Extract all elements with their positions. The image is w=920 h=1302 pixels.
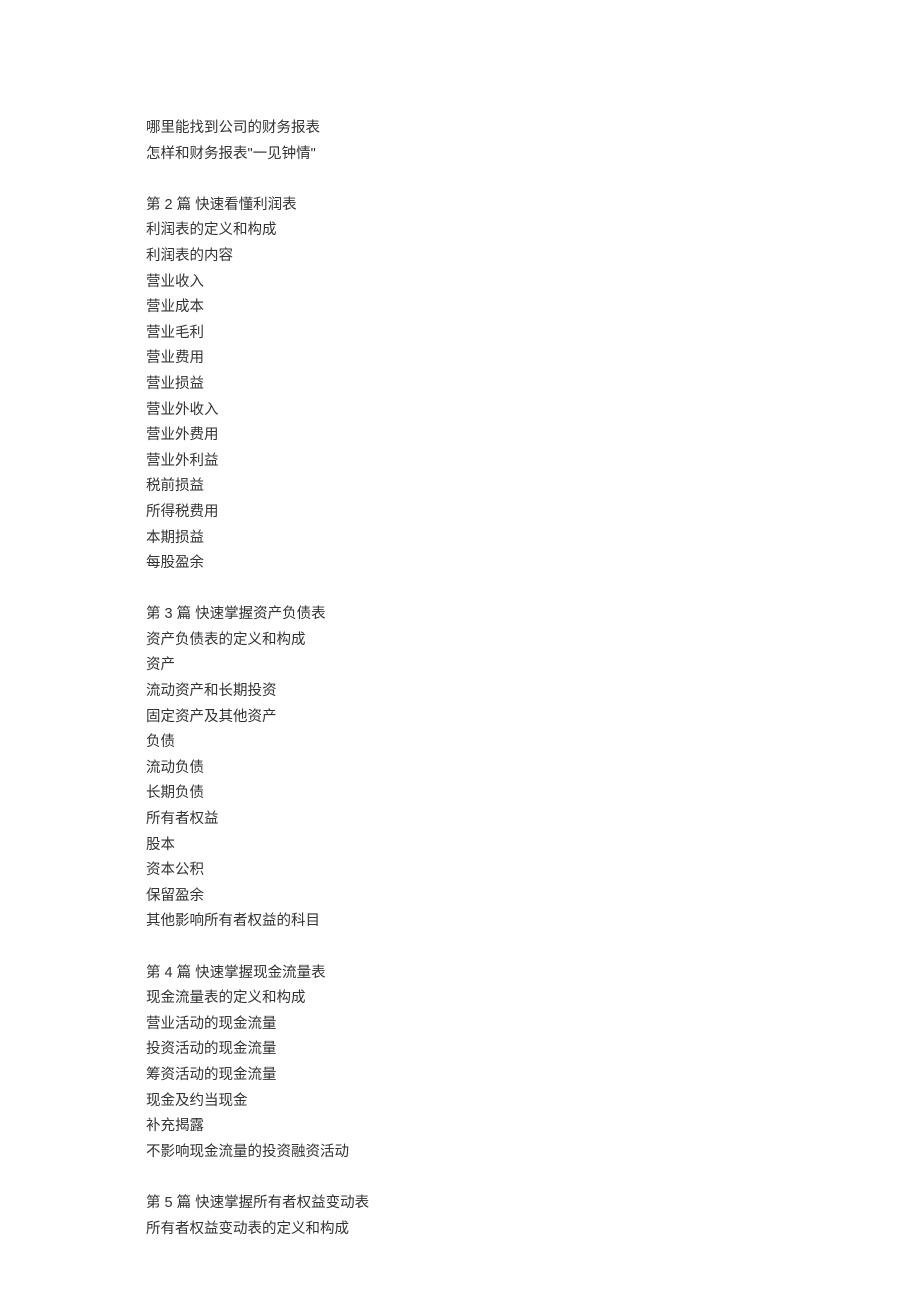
blank-line: [146, 935, 786, 961]
toc-item: 利润表的内容: [146, 244, 786, 270]
toc-item: 现金及约当现金: [146, 1089, 786, 1115]
toc-item: 营业外利益: [146, 449, 786, 475]
blank-line: [146, 577, 786, 603]
blank-line: [146, 1165, 786, 1191]
toc-item: 保留盈余: [146, 884, 786, 910]
toc-item: 营业毛利: [146, 321, 786, 347]
toc-item: 营业外费用: [146, 423, 786, 449]
toc-item: 筹资活动的现金流量: [146, 1063, 786, 1089]
toc-item: 负债: [146, 730, 786, 756]
toc-item: 固定资产及其他资产: [146, 705, 786, 731]
section-heading: 第 5 篇 快速掌握所有者权益变动表: [146, 1191, 786, 1217]
toc-item: 每股盈余: [146, 551, 786, 577]
toc-item: 资本公积: [146, 858, 786, 884]
toc-item: 长期负债: [146, 781, 786, 807]
toc-item: 其他影响所有者权益的科目: [146, 909, 786, 935]
toc-item: 补充揭露: [146, 1114, 786, 1140]
toc-item: 营业活动的现金流量: [146, 1012, 786, 1038]
toc-item: 营业损益: [146, 372, 786, 398]
intro-line: 怎样和财务报表"一见钟情": [146, 142, 786, 168]
document-page: 哪里能找到公司的财务报表 怎样和财务报表"一见钟情" 第 2 篇 快速看懂利润表…: [0, 0, 786, 1242]
section-heading: 第 4 篇 快速掌握现金流量表: [146, 961, 786, 987]
toc-item: 营业外收入: [146, 398, 786, 424]
toc-item: 利润表的定义和构成: [146, 218, 786, 244]
toc-item: 所得税费用: [146, 500, 786, 526]
section-heading: 第 2 篇 快速看懂利润表: [146, 193, 786, 219]
toc-item: 营业费用: [146, 346, 786, 372]
toc-item: 所有者权益: [146, 807, 786, 833]
toc-item: 税前损益: [146, 474, 786, 500]
toc-item: 投资活动的现金流量: [146, 1037, 786, 1063]
intro-line: 哪里能找到公司的财务报表: [146, 116, 786, 142]
toc-item: 所有者权益变动表的定义和构成: [146, 1217, 786, 1243]
toc-item: 不影响现金流量的投资融资活动: [146, 1140, 786, 1166]
toc-item: 流动资产和长期投资: [146, 679, 786, 705]
blank-line: [146, 167, 786, 193]
toc-item: 资产: [146, 653, 786, 679]
toc-item: 现金流量表的定义和构成: [146, 986, 786, 1012]
toc-item: 流动负债: [146, 756, 786, 782]
section-heading: 第 3 篇 快速掌握资产负债表: [146, 602, 786, 628]
toc-item: 资产负债表的定义和构成: [146, 628, 786, 654]
toc-item: 营业成本: [146, 295, 786, 321]
toc-item: 本期损益: [146, 526, 786, 552]
toc-item: 营业收入: [146, 270, 786, 296]
toc-item: 股本: [146, 833, 786, 859]
